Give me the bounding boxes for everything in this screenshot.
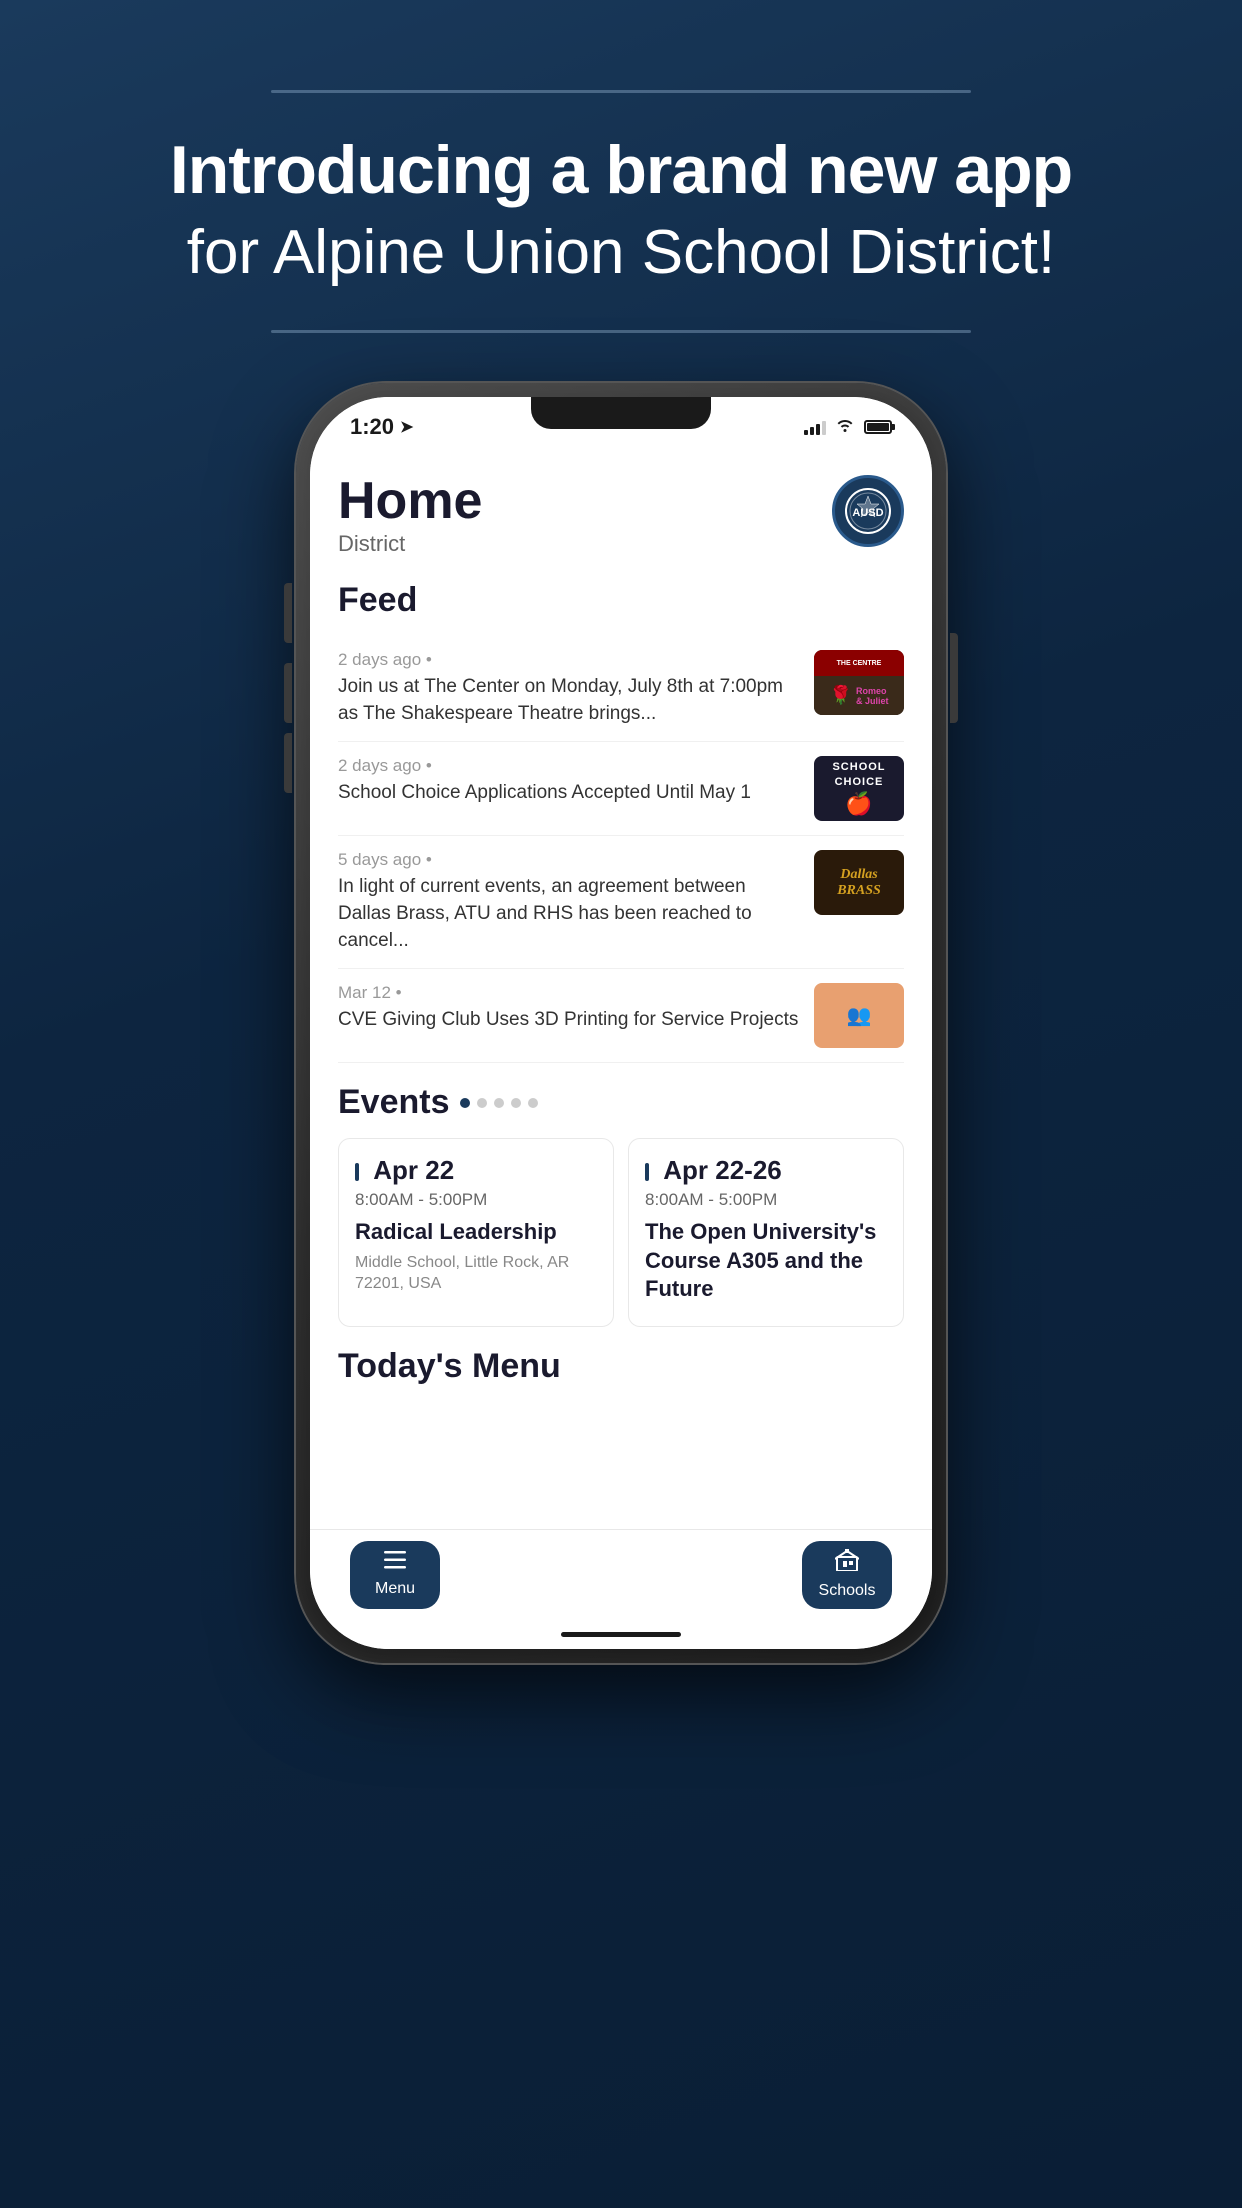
feed-item-time: 5 days ago • (338, 850, 802, 870)
feed-item-body: CVE Giving Club Uses 3D Printing for Ser… (338, 1007, 802, 1034)
event-date-text-0: Apr 22 (373, 1155, 454, 1185)
status-time: 1:20 ➤ (350, 414, 413, 440)
feed-item[interactable]: 5 days ago • In light of current events,… (338, 836, 904, 969)
feed-bullet-2: • (426, 850, 432, 869)
dot-4 (528, 1098, 538, 1108)
event-location-0: Middle School, Little Rock, AR 72201, US… (355, 1253, 597, 1295)
event-time-0: 8:00AM - 5:00PM (355, 1190, 597, 1210)
feed-time-1: 2 days ago (338, 756, 421, 775)
schools-label: Schools (819, 1582, 876, 1600)
location-arrow-icon: ➤ (400, 417, 413, 437)
todays-menu-title: Today's Menu (338, 1347, 904, 1386)
menu-button[interactable]: Menu (350, 1541, 440, 1609)
notch (531, 397, 711, 429)
dallas-brass-thumb: DallasBRASS (814, 850, 904, 915)
app-title-group: Home District (338, 475, 482, 557)
feed-item-text: 2 days ago • Join us at The Center on Mo… (338, 650, 802, 727)
battery-icon (864, 420, 892, 434)
events-section-title: Events (338, 1083, 450, 1122)
event-name-0: Radical Leadership (355, 1218, 597, 1247)
headline-sub: for Alpine Union School District! (170, 216, 1072, 290)
events-header: Events (338, 1083, 904, 1122)
status-icons (804, 418, 892, 437)
event-card-0[interactable]: Apr 22 8:00AM - 5:00PM Radical Leadershi… (338, 1138, 614, 1327)
cve-thumb: 👥 (814, 983, 904, 1048)
event-date-1: Apr 22-26 (645, 1155, 887, 1186)
bottom-nav: Menu (310, 1529, 932, 1619)
phone-screen: 1:20 ➤ (310, 397, 932, 1649)
app-content-scroll[interactable]: Home District AUSD (310, 457, 932, 1529)
feed-bullet-0: • (426, 650, 432, 669)
phone-outer-shell: 1:20 ➤ (296, 383, 946, 1663)
feed-item[interactable]: 2 days ago • Join us at The Center on Mo… (338, 636, 904, 742)
event-name-1: The Open University's Course A305 and th… (645, 1218, 887, 1304)
signal-bars-icon (804, 419, 826, 435)
event-time-1: 8:00AM - 5:00PM (645, 1190, 887, 1210)
feed-thumbnail-2: DallasBRASS (814, 850, 904, 915)
feed-item[interactable]: 2 days ago • School Choice Applications … (338, 742, 904, 836)
feed-time-2: 5 days ago (338, 850, 421, 869)
headline-main: Introducing a brand new app (170, 133, 1072, 208)
events-row: Apr 22 8:00AM - 5:00PM Radical Leadershi… (338, 1138, 904, 1327)
battery-fill (867, 423, 889, 431)
district-logo[interactable]: AUSD (832, 475, 904, 547)
home-bar (561, 1632, 681, 1637)
feed-bullet-1: • (426, 756, 432, 775)
feed-thumbnail-0: THE CENTRE 🌹 Romeo& Juliet (814, 650, 904, 715)
top-divider (271, 90, 971, 93)
feed-item-time: 2 days ago • (338, 756, 802, 776)
signal-bar-3 (816, 424, 820, 435)
dot-1 (477, 1098, 487, 1108)
app-title: Home (338, 475, 482, 527)
shakespeare-thumb: THE CENTRE 🌹 Romeo& Juliet (814, 650, 904, 715)
feed-item-body: School Choice Applications Accepted Unti… (338, 780, 802, 807)
dot-3 (511, 1098, 521, 1108)
event-date-0: Apr 22 (355, 1155, 597, 1186)
wifi-icon (836, 418, 854, 437)
event-date-bar-0 (355, 1163, 359, 1181)
feed-item-text: Mar 12 • CVE Giving Club Uses 3D Printin… (338, 983, 802, 1034)
event-date-bar-1 (645, 1163, 649, 1181)
events-pagination-dots (460, 1098, 538, 1108)
dot-2 (494, 1098, 504, 1108)
feed-item-text: 2 days ago • School Choice Applications … (338, 756, 802, 807)
feed-bullet-3: • (396, 983, 402, 1002)
time-display: 1:20 (350, 414, 394, 440)
school-choice-thumb: SCHOOL CHOICE 🍎 (814, 756, 904, 821)
signal-bar-1 (804, 430, 808, 435)
feed-section-title: Feed (338, 581, 904, 620)
dot-active (460, 1098, 470, 1108)
nav-item-menu[interactable]: Menu (350, 1541, 440, 1609)
phone-inner-shell: 1:20 ➤ (310, 397, 932, 1649)
event-date-text-1: Apr 22-26 (663, 1155, 782, 1185)
headline-block: Introducing a brand new app for Alpine U… (170, 133, 1072, 290)
menu-icon (384, 1551, 406, 1575)
nav-item-schools[interactable]: Schools (802, 1541, 892, 1609)
feed-item-body: Join us at The Center on Monday, July 8t… (338, 674, 802, 727)
status-bar: 1:20 ➤ (310, 397, 932, 457)
menu-label: Menu (375, 1580, 415, 1598)
schools-icon (835, 1549, 859, 1577)
feed-item-time: 2 days ago • (338, 650, 802, 670)
feed-thumbnail-3: 👥 (814, 983, 904, 1048)
app-subtitle: District (338, 531, 482, 557)
signal-bar-2 (810, 427, 814, 435)
feed-item-text: 5 days ago • In light of current events,… (338, 850, 802, 954)
signal-bar-4 (822, 421, 826, 435)
feed-item-time: Mar 12 • (338, 983, 802, 1003)
feed-thumbnail-1: SCHOOL CHOICE 🍎 (814, 756, 904, 821)
app-header: Home District AUSD (338, 457, 904, 557)
home-indicator (310, 1619, 932, 1649)
feed-time-0: 2 days ago (338, 650, 421, 669)
phone-mockup: 1:20 ➤ (296, 383, 946, 1663)
feed-item[interactable]: Mar 12 • CVE Giving Club Uses 3D Printin… (338, 969, 904, 1063)
schools-button[interactable]: Schools (802, 1541, 892, 1609)
todays-menu-section: Today's Menu (338, 1347, 904, 1386)
event-card-1[interactable]: Apr 22-26 8:00AM - 5:00PM The Open Unive… (628, 1138, 904, 1327)
feed-item-body: In light of current events, an agreement… (338, 874, 802, 954)
feed-time-3: Mar 12 (338, 983, 391, 1002)
bottom-divider (271, 330, 971, 333)
